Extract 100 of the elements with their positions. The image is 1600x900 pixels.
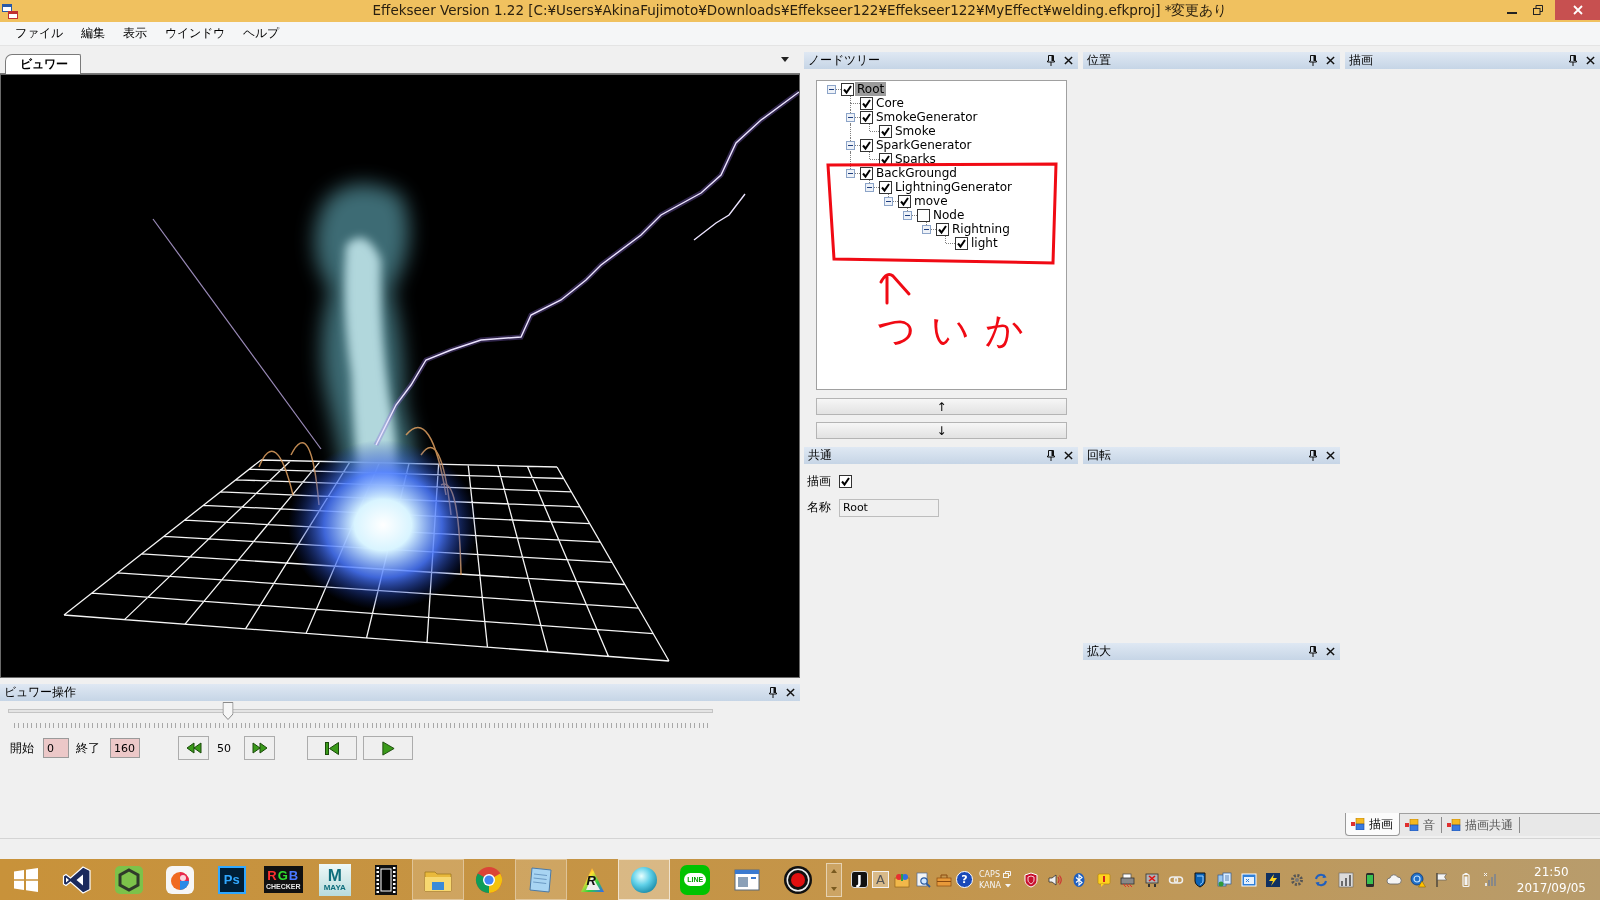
taskbar-app-button[interactable]: Ps [206,859,258,900]
collapse-icon[interactable] [884,197,893,206]
pin-icon[interactable] [1309,55,1317,66]
dropdown-caret-icon[interactable] [781,57,789,62]
close-icon[interactable] [1586,56,1595,65]
tree-node-label[interactable]: SmokeGenerator [874,110,980,124]
close-icon[interactable] [1326,647,1335,656]
start-frame-field[interactable]: 0 [43,738,69,758]
tree-node-label[interactable]: move [912,194,950,208]
collapse-icon[interactable] [903,211,912,220]
tree-node-label[interactable]: light [969,236,1000,250]
notification-icon[interactable] [1095,871,1112,888]
tree-node-label[interactable]: Root [855,82,887,96]
shield-icon[interactable] [1023,871,1040,888]
paint-box-icon[interactable] [893,871,910,888]
checkbox[interactable] [879,124,892,138]
end-frame-field[interactable]: 160 [110,738,140,758]
tray-scroll-button[interactable] [826,862,842,897]
collapse-icon[interactable] [922,225,931,234]
viewer-tab[interactable]: ビュワー [5,54,81,74]
collapse-icon[interactable] [846,113,855,122]
collapse-icon[interactable] [846,141,855,150]
checkbox[interactable] [917,208,930,222]
collapse-icon[interactable] [846,169,855,178]
hand-drawn-arrow [879,272,911,305]
window-tiles-icon [1351,818,1365,830]
taskbar-app-button[interactable]: R [566,859,618,900]
logo-letter: R [586,873,596,888]
checkbox[interactable] [860,96,873,110]
pin-icon[interactable] [1569,55,1577,66]
checkbox[interactable] [955,236,968,250]
slider-thumb[interactable] [222,702,234,720]
checkbox[interactable] [936,222,949,236]
close-icon[interactable] [786,688,795,697]
network-error-icon[interactable] [1144,871,1161,888]
gear-icon[interactable] [1289,871,1306,888]
record-icon [782,863,815,896]
pin-icon[interactable] [769,687,777,698]
window-icon[interactable] [1240,871,1257,888]
tree-node-label[interactable]: Core [874,96,906,110]
tree-node-label[interactable]: Rightning [950,222,1012,236]
menu-item[interactable]: ウインドウ [158,25,232,42]
panel-tab[interactable]: 音 [1400,817,1442,833]
collapse-icon[interactable] [827,85,836,94]
help-icon[interactable]: ? [956,871,973,888]
taskbar-app-button[interactable]: M MAYA [309,859,361,900]
checkbox[interactable] [879,180,892,194]
bar-chart-icon[interactable] [1337,871,1354,888]
step-forward-button[interactable] [244,736,275,760]
printer-icon[interactable] [1119,871,1136,888]
warning-icon[interactable] [1410,871,1427,888]
pin-icon[interactable] [1047,450,1055,461]
checkbox[interactable] [860,166,873,180]
close-icon[interactable] [1064,451,1073,460]
toolbox-icon[interactable] [935,871,952,888]
collapse-icon[interactable] [865,183,874,192]
checkbox[interactable] [841,82,854,96]
play-icon [380,740,396,756]
pin-icon[interactable] [1309,646,1317,657]
name-input[interactable]: Root [839,498,939,517]
tree-node-label[interactable]: SparkGenerator [874,138,974,152]
documents-icon[interactable] [1216,871,1233,888]
close-icon[interactable] [1326,451,1335,460]
handwritten-note: ついか [877,307,1039,353]
document-search-icon[interactable] [914,871,931,888]
close-icon[interactable] [1064,56,1073,65]
shield-icon[interactable] [1192,871,1209,888]
tree-node-label[interactable]: LightningGenerator [893,180,1015,194]
close-icon[interactable] [1326,56,1335,65]
rewind-to-start-button[interactable] [307,736,357,760]
checkbox[interactable] [839,475,852,488]
play-button[interactable] [363,736,413,760]
move-up-button[interactable]: ↑ [816,398,1067,415]
tree-node-label[interactable]: Node [931,208,967,222]
pin-icon[interactable] [1047,55,1055,66]
tree-node-label[interactable]: Sparks [893,152,938,166]
panel-title: ビュワー操作 [4,685,77,700]
tree-node-label[interactable]: BackGroungd [874,166,959,180]
signal-icon[interactable] [1482,871,1499,888]
panel-tab[interactable]: 描画 [1345,813,1400,836]
letter-tile[interactable]: J [851,871,868,888]
menu-item[interactable]: 表示 [116,25,154,42]
cloud-icon[interactable] [1385,871,1402,888]
checkbox[interactable] [898,194,911,208]
checkbox[interactable] [860,138,873,152]
window-tiles-icon [1447,819,1461,831]
close-button[interactable] [1555,0,1600,20]
timeline-track[interactable] [8,702,713,720]
menu-item[interactable]: 編集 [74,25,112,42]
speaker-icon[interactable] [1047,871,1064,888]
move-down-button[interactable]: ↓ [816,422,1067,439]
letter-tile[interactable]: A [872,871,889,888]
lightning-icon[interactable] [1264,871,1281,888]
tree-node-label[interactable]: Smoke [893,124,938,138]
menu-item[interactable]: ファイル [8,25,70,42]
menu-item[interactable]: ヘルプ [236,25,286,42]
checkbox[interactable] [860,110,873,124]
step-back-button[interactable] [178,736,209,760]
panel-tab[interactable]: 描画共通 [1442,817,1520,833]
pin-icon[interactable] [1309,450,1317,461]
